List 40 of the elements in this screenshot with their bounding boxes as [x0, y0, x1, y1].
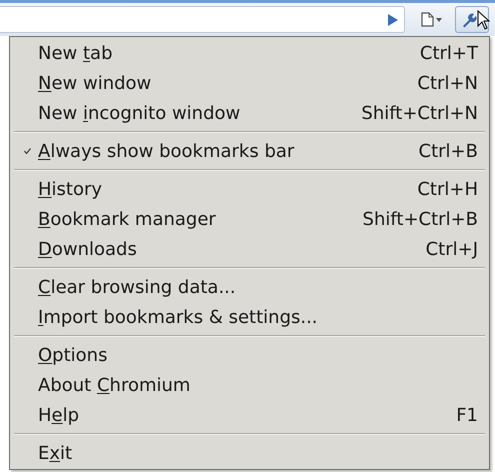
- menu-item-label: Options: [38, 344, 108, 368]
- menu-item[interactable]: Exit: [10, 438, 489, 468]
- menu-item-label: About Chromium: [38, 374, 190, 398]
- menu-item[interactable]: Options: [10, 340, 489, 370]
- menu-item-label: Clear browsing data...: [38, 276, 236, 300]
- address-field[interactable]: [0, 6, 405, 33]
- menu-item-label: New incognito window: [38, 102, 240, 126]
- menu-item[interactable]: Help F1: [10, 400, 489, 430]
- wrench-icon: [461, 12, 477, 28]
- menu-item[interactable]: New window Ctrl+N: [10, 68, 489, 98]
- menu-item-label: Downloads: [38, 238, 137, 262]
- menu-item-label: Import bookmarks & settings...: [38, 306, 318, 330]
- menu-item-label: Always show bookmarks bar: [38, 140, 294, 164]
- menu-item-label: New window: [38, 72, 152, 96]
- shortcut-text: Shift+Ctrl+B: [362, 208, 478, 232]
- shortcut-text: Ctrl+B: [418, 140, 478, 164]
- menu-item[interactable]: History Ctrl+H: [10, 174, 489, 204]
- menu-item[interactable]: Downloads Ctrl+J: [10, 234, 489, 264]
- menu-item[interactable]: Bookmark manager Shift+Ctrl+B: [10, 204, 489, 234]
- shortcut-text: F1: [456, 404, 478, 428]
- menu-item-label: History: [38, 178, 102, 202]
- menu-item[interactable]: New incognito window Shift+Ctrl+N: [10, 98, 489, 128]
- shortcut-text: Shift+Ctrl+N: [361, 102, 478, 126]
- menu-item[interactable]: Clear browsing data...: [10, 272, 489, 302]
- shortcut-text: Ctrl+N: [417, 72, 478, 96]
- cursor-icon: [477, 10, 490, 30]
- shortcut-text: Ctrl+J: [426, 238, 478, 262]
- menu-item[interactable]: Always show bookmarks bar Ctrl+B: [10, 136, 489, 166]
- shortcut-text: Ctrl+H: [417, 178, 478, 202]
- caret-icon: [436, 18, 442, 22]
- menu-item[interactable]: About Chromium: [10, 370, 489, 400]
- menu-item-label: Exit: [38, 442, 72, 466]
- menu-item-label: Help: [38, 404, 80, 428]
- shortcut-text: Ctrl+T: [420, 42, 478, 66]
- menu-item-label: Bookmark manager: [38, 208, 216, 232]
- menu-item-label: New tab: [38, 42, 113, 66]
- play-icon[interactable]: [388, 14, 398, 26]
- menu-item[interactable]: New tab Ctrl+T: [10, 38, 489, 68]
- menu-item[interactable]: Import bookmarks & settings...: [10, 302, 489, 332]
- page-icon: [420, 12, 434, 27]
